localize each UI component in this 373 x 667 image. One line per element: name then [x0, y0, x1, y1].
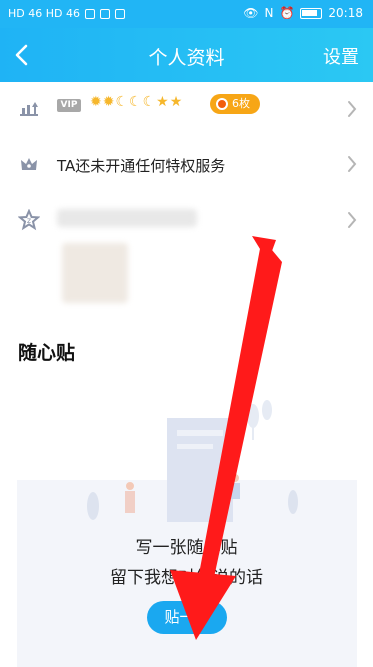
empty-message-line1: 写一张随心贴 [135, 538, 238, 558]
level-icons: ✹✹☾☾☾★★ [90, 94, 183, 110]
chevron-right-icon [348, 212, 357, 228]
blurred-image [62, 243, 128, 303]
crown-icon [21, 158, 37, 170]
blurred-info-row[interactable]: z [0, 193, 373, 313]
moon-icon: ☾ [142, 94, 157, 110]
privilege-text: TA还未开通任何特权服务 [57, 157, 226, 175]
sun-icon: ✹ [90, 94, 103, 110]
status-right: 👁 N ⏰ 20:18 [243, 6, 363, 20]
page-title: 个人资料 [148, 47, 225, 69]
coin-icon [216, 98, 228, 110]
star-icon: ★ [156, 94, 170, 110]
illustration-drawing [87, 400, 298, 522]
star-badge-icon: z [18, 209, 40, 231]
nfc-icon: N [264, 6, 274, 20]
nav-bar: 个人资料 设置 [0, 28, 373, 82]
level-up-icon [20, 102, 38, 116]
sticker-section-title: 随心贴 [18, 342, 76, 364]
svg-text:z: z [27, 216, 31, 225]
vip-badge: VIP [57, 99, 81, 112]
post-sticker-button[interactable]: 贴一个 [147, 601, 227, 634]
moon-icon: ☾ [115, 94, 130, 110]
chevron-right-icon [348, 101, 357, 117]
privilege-row[interactable]: TA还未开通任何特权服务 [0, 137, 373, 193]
wifi-icon [84, 8, 95, 19]
sun-icon: ✹ [102, 94, 116, 110]
vip-level-row[interactable]: VIP ✹✹☾☾☾★★ 6枚 [0, 82, 373, 138]
eye-icon: 👁 [243, 6, 259, 20]
battery-icon [300, 7, 323, 19]
signal-indicators: HD 46 HD 46 [8, 7, 80, 20]
app-notification-icon [114, 8, 125, 19]
coin-badge: 6枚 [210, 94, 260, 114]
alarm-icon: ⏰ [279, 6, 295, 20]
star-icon: ★ [169, 94, 184, 110]
chevron-right-icon [348, 156, 357, 172]
empty-message-line2: 留下我想对你说的话 [110, 568, 263, 588]
coin-count: 6枚 [232, 97, 250, 110]
status-left: HD 46 HD 46 [8, 7, 125, 20]
status-bar: HD 46 HD 46 👁 N ⏰ 20:18 [0, 0, 373, 28]
status-time: 20:18 [328, 6, 363, 20]
notification-icon [99, 8, 110, 19]
blurred-content [57, 209, 197, 227]
moon-icon: ☾ [129, 94, 143, 110]
settings-button[interactable]: 设置 [323, 43, 359, 69]
